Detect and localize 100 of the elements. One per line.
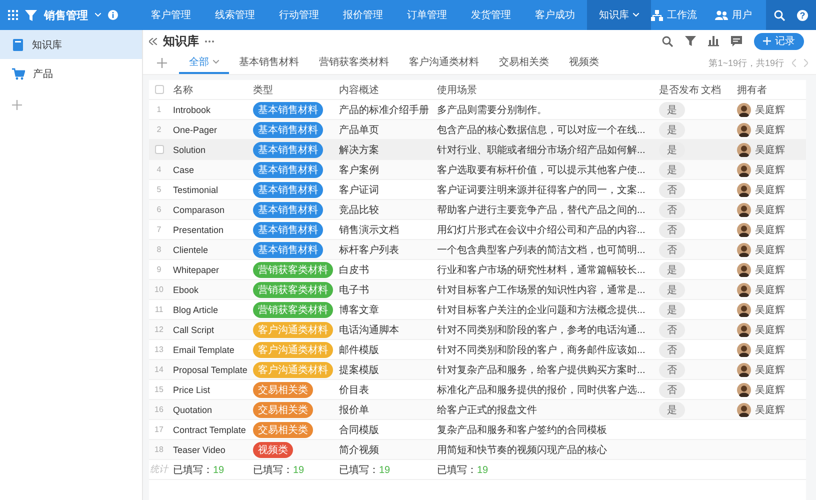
- nav-tab[interactable]: 客户管理: [139, 0, 203, 30]
- category-tab[interactable]: 全部: [179, 52, 229, 74]
- bar-chart-icon[interactable]: [708, 35, 719, 47]
- category-tab[interactable]: 交易相关类: [489, 52, 559, 74]
- comment-icon[interactable]: [731, 36, 742, 46]
- avatar-icon: [737, 182, 751, 196]
- fill-count: 已填写：19: [437, 464, 488, 476]
- column-header[interactable]: 文档: [697, 80, 733, 99]
- owner-name: 吴庭辉: [755, 224, 785, 236]
- category-tab[interactable]: 视频类: [559, 52, 609, 74]
- row-checkbox[interactable]: [154, 145, 164, 154]
- table-cell-text: 报价单: [338, 404, 370, 418]
- status-pill: 是: [659, 162, 685, 178]
- plus-icon: [763, 37, 771, 45]
- avatar-icon: [737, 242, 751, 256]
- avatar-icon: [737, 142, 751, 156]
- nav-tab[interactable]: 线索管理: [203, 0, 267, 30]
- table-cell-text: 复杂产品和服务和客户签约的合同模板: [436, 424, 608, 438]
- column-header[interactable]: 内容概述: [335, 80, 433, 99]
- select-all-checkbox[interactable]: [154, 85, 164, 94]
- table-row[interactable]: 6 Comparason 基本销售材料 竞品比较 帮助客户进行主要竞争产品，替代产品之间的... 否 吴庭辉: [149, 200, 806, 220]
- table-row[interactable]: 12 Call Script 客户沟通类材料 电话沟通脚本 针对不同类别和阶段的客户，参考的电话沟通... 否 吴庭辉: [149, 320, 806, 340]
- category-tab[interactable]: 营销获客类材料: [309, 52, 399, 74]
- type-tag: 客户沟通类材料: [253, 342, 333, 358]
- sidebar-item[interactable]: 产品: [0, 59, 142, 88]
- column-header[interactable]: 类型: [249, 80, 335, 99]
- table-cell-text: Quotation: [172, 404, 214, 417]
- type-tag: 营销获客类材料: [253, 302, 333, 318]
- users-link[interactable]: 用户: [715, 8, 752, 22]
- row-number: 13: [154, 345, 164, 354]
- table-cell-text: Introbook: [172, 104, 212, 116]
- avatar-icon: [737, 302, 751, 316]
- add-record-button[interactable]: 记录: [754, 32, 804, 50]
- plus-icon[interactable]: [12, 100, 22, 110]
- owner-name: 吴庭辉: [755, 184, 785, 196]
- table-row[interactable]: 4 Case 基本销售材料 客户案例 客户选取要有标杆价值，可以提示其他客户使... 是 吴庭辉: [149, 160, 806, 180]
- owner-name: 吴庭辉: [755, 364, 785, 376]
- column-header[interactable]: 是否发布: [655, 80, 697, 99]
- help-icon[interactable]: ?: [797, 10, 808, 20]
- caret-icon: [213, 60, 219, 64]
- avatar-icon: [737, 122, 751, 136]
- hierarchy-icon: [651, 10, 663, 20]
- table-cell-text: Clientele: [172, 244, 210, 256]
- nav-tab[interactable]: 发货管理: [459, 0, 523, 30]
- status-pill: 否: [659, 382, 685, 398]
- summary-label: 统计: [150, 463, 168, 476]
- type-tag: 客户沟通类材料: [253, 322, 333, 338]
- nav-tab[interactable]: 订单管理: [395, 0, 459, 30]
- category-tab[interactable]: 客户沟通类材料: [399, 52, 489, 74]
- type-tag: 客户沟通类材料: [253, 362, 333, 378]
- status-pill: 是: [659, 262, 685, 278]
- type-tag: 视频类: [253, 442, 293, 458]
- page-title: 知识库: [163, 32, 199, 50]
- workflow-link[interactable]: 工作流: [651, 8, 697, 22]
- type-tag: 基本销售材料: [253, 122, 323, 138]
- category-tab[interactable]: 基本销售材料: [229, 52, 309, 74]
- owner-name: 吴庭辉: [755, 404, 785, 416]
- nav-tab[interactable]: 行动管理: [267, 0, 331, 30]
- owner-name: 吴庭辉: [755, 204, 785, 216]
- column-header[interactable]: 拥有者: [733, 80, 793, 99]
- table-row[interactable]: 14 Proposal Template 客户沟通类材料 提案模版 针对复杂产品和服务，给客户提供购买方案时... 否 吴庭辉: [149, 360, 806, 380]
- collapse-icon[interactable]: [149, 38, 157, 44]
- table-cell-text: 价目表: [338, 384, 370, 398]
- table-row[interactable]: 18 Teaser Video 视频类 简介视频 用简短和快节奏的视频闪现产品的核心: [149, 440, 806, 460]
- table-row[interactable]: Solution 基本销售材料 解决方案 针对行业、职能或者细分市场介绍产品如何解... 是 吴庭辉: [149, 140, 806, 160]
- status-pill: 是: [659, 282, 685, 298]
- row-number: 8: [156, 245, 162, 254]
- more-icon[interactable]: [205, 40, 214, 42]
- nav-tab[interactable]: 客户成功: [523, 0, 587, 30]
- table-row[interactable]: 16 Quotation 交易相关类 报价单 给客户正式的报盘文件 是 吴庭辉: [149, 400, 806, 420]
- nav-tab[interactable]: 知识库: [587, 0, 651, 30]
- info-icon[interactable]: [108, 10, 118, 20]
- type-tag: 交易相关类: [253, 402, 313, 418]
- table-cell-text: 解决方案: [338, 144, 380, 158]
- type-tag: 交易相关类: [253, 422, 313, 438]
- table-cell-text: 包含产品的核心数据信息，可以对应一个在线...: [436, 124, 646, 138]
- type-tag: 营销获客类材料: [253, 282, 333, 298]
- table-row[interactable]: 8 Clientele 基本销售材料 标杆客户列表 一个包含典型客户列表的简洁文档，也可简明... 否 吴庭辉: [149, 240, 806, 260]
- sidebar-item[interactable]: 知识库: [0, 30, 142, 59]
- table-cell-text: 针对复杂产品和服务，给客户提供购买方案时...: [436, 364, 646, 378]
- table-row[interactable]: 10 Ebook 营销获客类材料 电子书 针对目标客户工作场景的知识性内容，通常是... 是 吴庭辉: [149, 280, 806, 300]
- caret-icon: [633, 13, 639, 17]
- avatar-icon: [737, 222, 751, 236]
- caret-icon[interactable]: [95, 13, 101, 17]
- table-cell-text: One-Pager: [172, 124, 218, 137]
- plus-icon[interactable]: [157, 58, 167, 68]
- filter-icon[interactable]: [685, 36, 696, 46]
- search-icon[interactable]: [662, 36, 673, 46]
- fill-count: 已填写：19: [253, 464, 304, 476]
- column-header[interactable]: 名称: [169, 80, 249, 99]
- row-number: 2: [156, 125, 162, 134]
- avatar-icon: [737, 262, 751, 276]
- nav-tab[interactable]: 报价管理: [331, 0, 395, 30]
- type-tag: 基本销售材料: [253, 242, 323, 258]
- owner-name: 吴庭辉: [755, 164, 785, 176]
- status-pill: 是: [659, 142, 685, 158]
- table-row[interactable]: 2 One-Pager 基本销售材料 产品单页 包含产品的核心数据信息，可以对应一个在线... 是 吴庭辉: [149, 120, 806, 140]
- grid-icon[interactable]: [8, 10, 18, 20]
- column-header[interactable]: 使用场景: [433, 80, 655, 99]
- search-icon[interactable]: [774, 10, 785, 20]
